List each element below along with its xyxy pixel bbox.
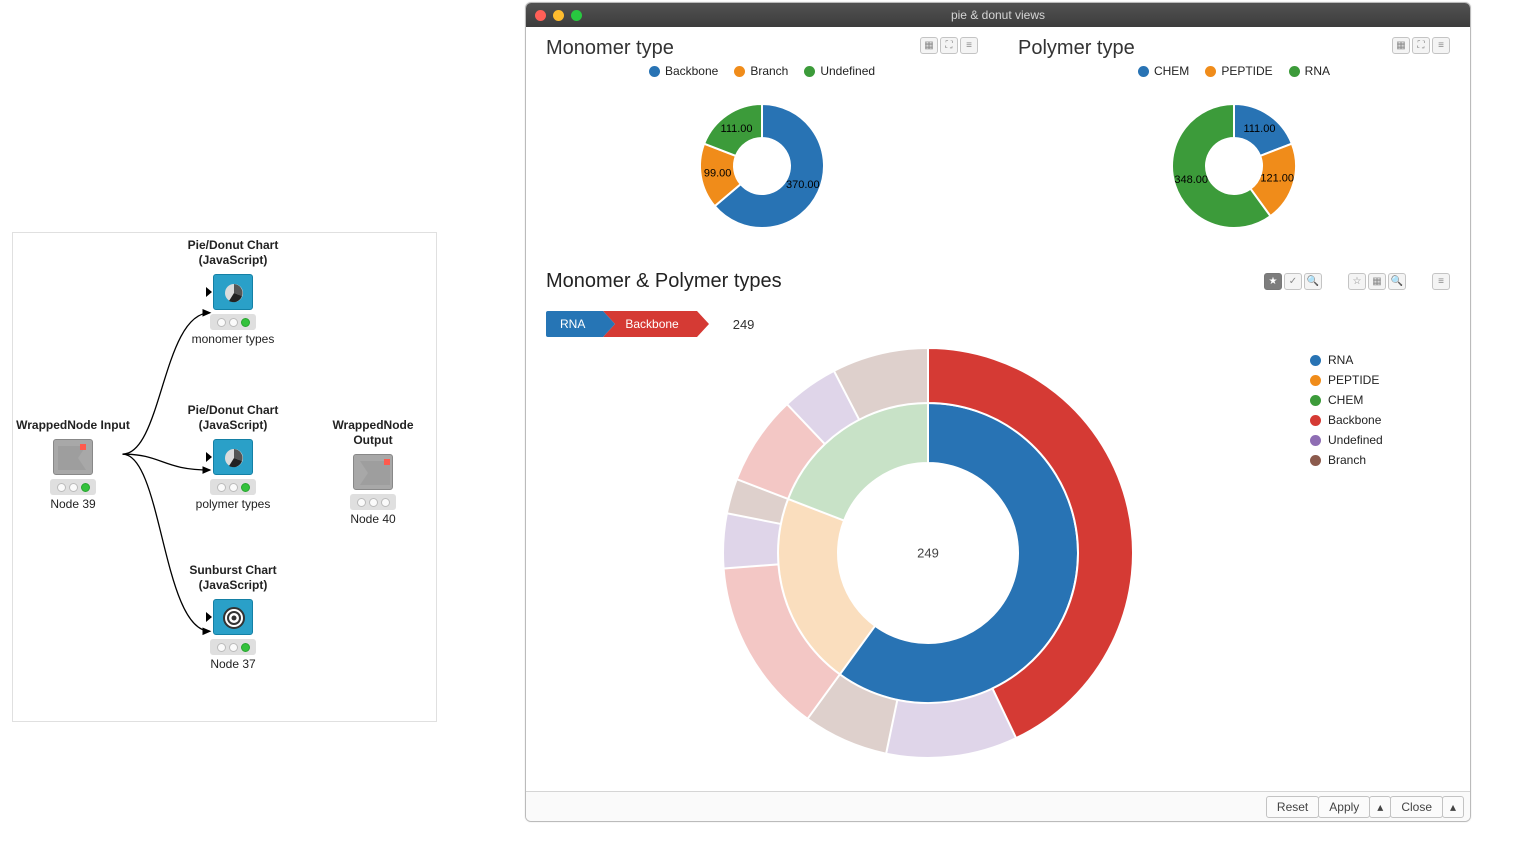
node-icon bbox=[213, 274, 253, 310]
workflow-canvas[interactable]: Pie/Donut Chart (JavaScript) monomer typ… bbox=[12, 232, 437, 722]
legend-label: Branch bbox=[1328, 453, 1366, 467]
node-caption: polymer types bbox=[173, 497, 293, 511]
sunburst-tool-star-icon[interactable]: ★ bbox=[1264, 273, 1282, 290]
chart-tool-settings-icon[interactable]: ▦ bbox=[1392, 37, 1410, 54]
legend-label: RNA bbox=[1305, 64, 1330, 78]
window-title: pie & donut views bbox=[526, 8, 1470, 22]
node-status bbox=[50, 479, 96, 495]
legend-label: Backbone bbox=[1328, 413, 1381, 427]
legend-swatch-icon bbox=[1205, 66, 1216, 77]
legend-swatch-icon bbox=[1289, 66, 1300, 77]
chart-tool-expand-icon[interactable]: ⛶ bbox=[940, 37, 958, 54]
svg-text:348.00: 348.00 bbox=[1174, 174, 1208, 186]
svg-text:99.00: 99.00 bbox=[704, 168, 732, 180]
node-icon bbox=[353, 454, 393, 490]
breadcrumb-value: 249 bbox=[733, 317, 755, 332]
sunburst-tool-grid-icon[interactable]: ▦ bbox=[1368, 273, 1386, 290]
legend-label: Undefined bbox=[820, 64, 875, 78]
legend-label: RNA bbox=[1328, 353, 1353, 367]
node-sunburst-chart[interactable]: Sunburst Chart (JavaScript) Node 37 bbox=[173, 563, 293, 671]
svg-text:121.00: 121.00 bbox=[1260, 173, 1294, 185]
chart-monomer-type: Monomer type ▦ ⛶ ≡ Backbone Branch Undef… bbox=[546, 37, 978, 246]
donut-chart[interactable]: 111.00 121.00 348.00 bbox=[1144, 86, 1324, 246]
sunburst-tool-menu-icon[interactable]: ≡ bbox=[1432, 273, 1450, 290]
donut-chart[interactable]: 370.00 99.00 111.00 bbox=[672, 86, 852, 246]
apply-menu-button[interactable]: ▴ bbox=[1369, 796, 1391, 818]
chart-legend: CHEM PEPTIDE RNA bbox=[1018, 64, 1450, 78]
node-status bbox=[210, 314, 256, 330]
legend-swatch-icon bbox=[1310, 355, 1321, 366]
legend-swatch-icon bbox=[1310, 375, 1321, 386]
sunburst-tool-search-icon[interactable]: 🔍 bbox=[1304, 273, 1322, 290]
node-caption: Node 39 bbox=[13, 497, 133, 511]
breadcrumb-level2[interactable]: Backbone bbox=[603, 311, 696, 337]
legend-swatch-icon bbox=[1310, 455, 1321, 466]
apply-button[interactable]: Apply bbox=[1318, 796, 1370, 818]
legend-label: Undefined bbox=[1328, 433, 1383, 447]
reset-button[interactable]: Reset bbox=[1266, 796, 1319, 818]
chart-tool-settings-icon[interactable]: ▦ bbox=[920, 37, 938, 54]
node-title: Pie/Donut Chart (JavaScript) bbox=[173, 403, 293, 433]
window-minimize-icon[interactable] bbox=[553, 10, 564, 21]
window-maximize-icon[interactable] bbox=[571, 10, 582, 21]
window-footer: Reset Apply ▴ Close ▴ bbox=[526, 791, 1470, 821]
node-pie-donut-chart-2[interactable]: Pie/Donut Chart (JavaScript) polymer typ… bbox=[173, 403, 293, 511]
chart-title: Polymer type bbox=[1018, 37, 1135, 60]
chart-toolbar: ▦ ⛶ ≡ bbox=[1392, 37, 1450, 54]
view-window: pie & donut views Monomer type ▦ ⛶ ≡ Bac… bbox=[525, 2, 1471, 822]
legend-swatch-icon bbox=[1310, 395, 1321, 406]
chart-toolbar: ▦ ⛶ ≡ bbox=[920, 37, 978, 54]
sunburst-legend: RNA PEPTIDE CHEM Backbone Undefined Bran… bbox=[1310, 343, 1450, 763]
legend-label: CHEM bbox=[1328, 393, 1363, 407]
node-icon bbox=[53, 439, 93, 475]
legend-swatch-icon bbox=[804, 66, 815, 77]
node-caption: Node 40 bbox=[313, 512, 433, 526]
node-icon bbox=[213, 439, 253, 475]
node-title: WrappedNode Input bbox=[13, 418, 133, 433]
node-status bbox=[350, 494, 396, 510]
legend-label: CHEM bbox=[1154, 64, 1189, 78]
svg-text:111.00: 111.00 bbox=[1243, 123, 1275, 135]
chart-sunburst: Monomer & Polymer types ★ ✓ 🔍 ☆ ▦ 🔍 ≡ bbox=[546, 270, 1450, 763]
legend-label: PEPTIDE bbox=[1328, 373, 1379, 387]
sunburst-tool-check-icon[interactable]: ✓ bbox=[1284, 273, 1302, 290]
node-icon bbox=[213, 599, 253, 635]
svg-text:111.00: 111.00 bbox=[721, 123, 753, 135]
node-title: Pie/Donut Chart (JavaScript) bbox=[173, 238, 293, 268]
legend-swatch-icon bbox=[1310, 415, 1321, 426]
legend-swatch-icon bbox=[1138, 66, 1149, 77]
node-status bbox=[210, 479, 256, 495]
close-menu-button[interactable]: ▴ bbox=[1442, 796, 1464, 818]
sunburst-breadcrumb: RNA Backbone 249 bbox=[546, 311, 1450, 337]
chart-title: Monomer & Polymer types bbox=[546, 270, 782, 293]
legend-swatch-icon bbox=[734, 66, 745, 77]
node-wrappednode-output[interactable]: WrappedNode Output Node 40 bbox=[313, 418, 433, 526]
close-button[interactable]: Close bbox=[1390, 796, 1443, 818]
sunburst-tool-star2-icon[interactable]: ☆ bbox=[1348, 273, 1366, 290]
chart-tool-menu-icon[interactable]: ≡ bbox=[960, 37, 978, 54]
svg-text:370.00: 370.00 bbox=[786, 179, 820, 191]
node-caption: Node 37 bbox=[173, 657, 293, 671]
sunburst-center-value: 249 bbox=[917, 546, 939, 561]
legend-label: Backbone bbox=[665, 64, 718, 78]
legend-swatch-icon bbox=[649, 66, 660, 77]
chart-tool-expand-icon[interactable]: ⛶ bbox=[1412, 37, 1430, 54]
node-caption: monomer types bbox=[173, 332, 293, 346]
node-title: Sunburst Chart (JavaScript) bbox=[173, 563, 293, 593]
node-wrappednode-input[interactable]: WrappedNode Input Node 39 bbox=[13, 418, 133, 511]
chart-tool-menu-icon[interactable]: ≡ bbox=[1432, 37, 1450, 54]
legend-label: PEPTIDE bbox=[1221, 64, 1272, 78]
chart-polymer-type: Polymer type ▦ ⛶ ≡ CHEM PEPTIDE RNA 111.… bbox=[1018, 37, 1450, 246]
window-titlebar[interactable]: pie & donut views bbox=[526, 3, 1470, 27]
chart-legend: Backbone Branch Undefined bbox=[546, 64, 978, 78]
node-title: WrappedNode Output bbox=[313, 418, 433, 448]
node-pie-donut-chart-1[interactable]: Pie/Donut Chart (JavaScript) monomer typ… bbox=[173, 238, 293, 346]
node-status bbox=[210, 639, 256, 655]
sunburst-tool-search2-icon[interactable]: 🔍 bbox=[1388, 273, 1406, 290]
chart-title: Monomer type bbox=[546, 37, 674, 60]
window-close-icon[interactable] bbox=[535, 10, 546, 21]
legend-label: Branch bbox=[750, 64, 788, 78]
breadcrumb-level1[interactable]: RNA bbox=[546, 311, 603, 337]
legend-swatch-icon bbox=[1310, 435, 1321, 446]
